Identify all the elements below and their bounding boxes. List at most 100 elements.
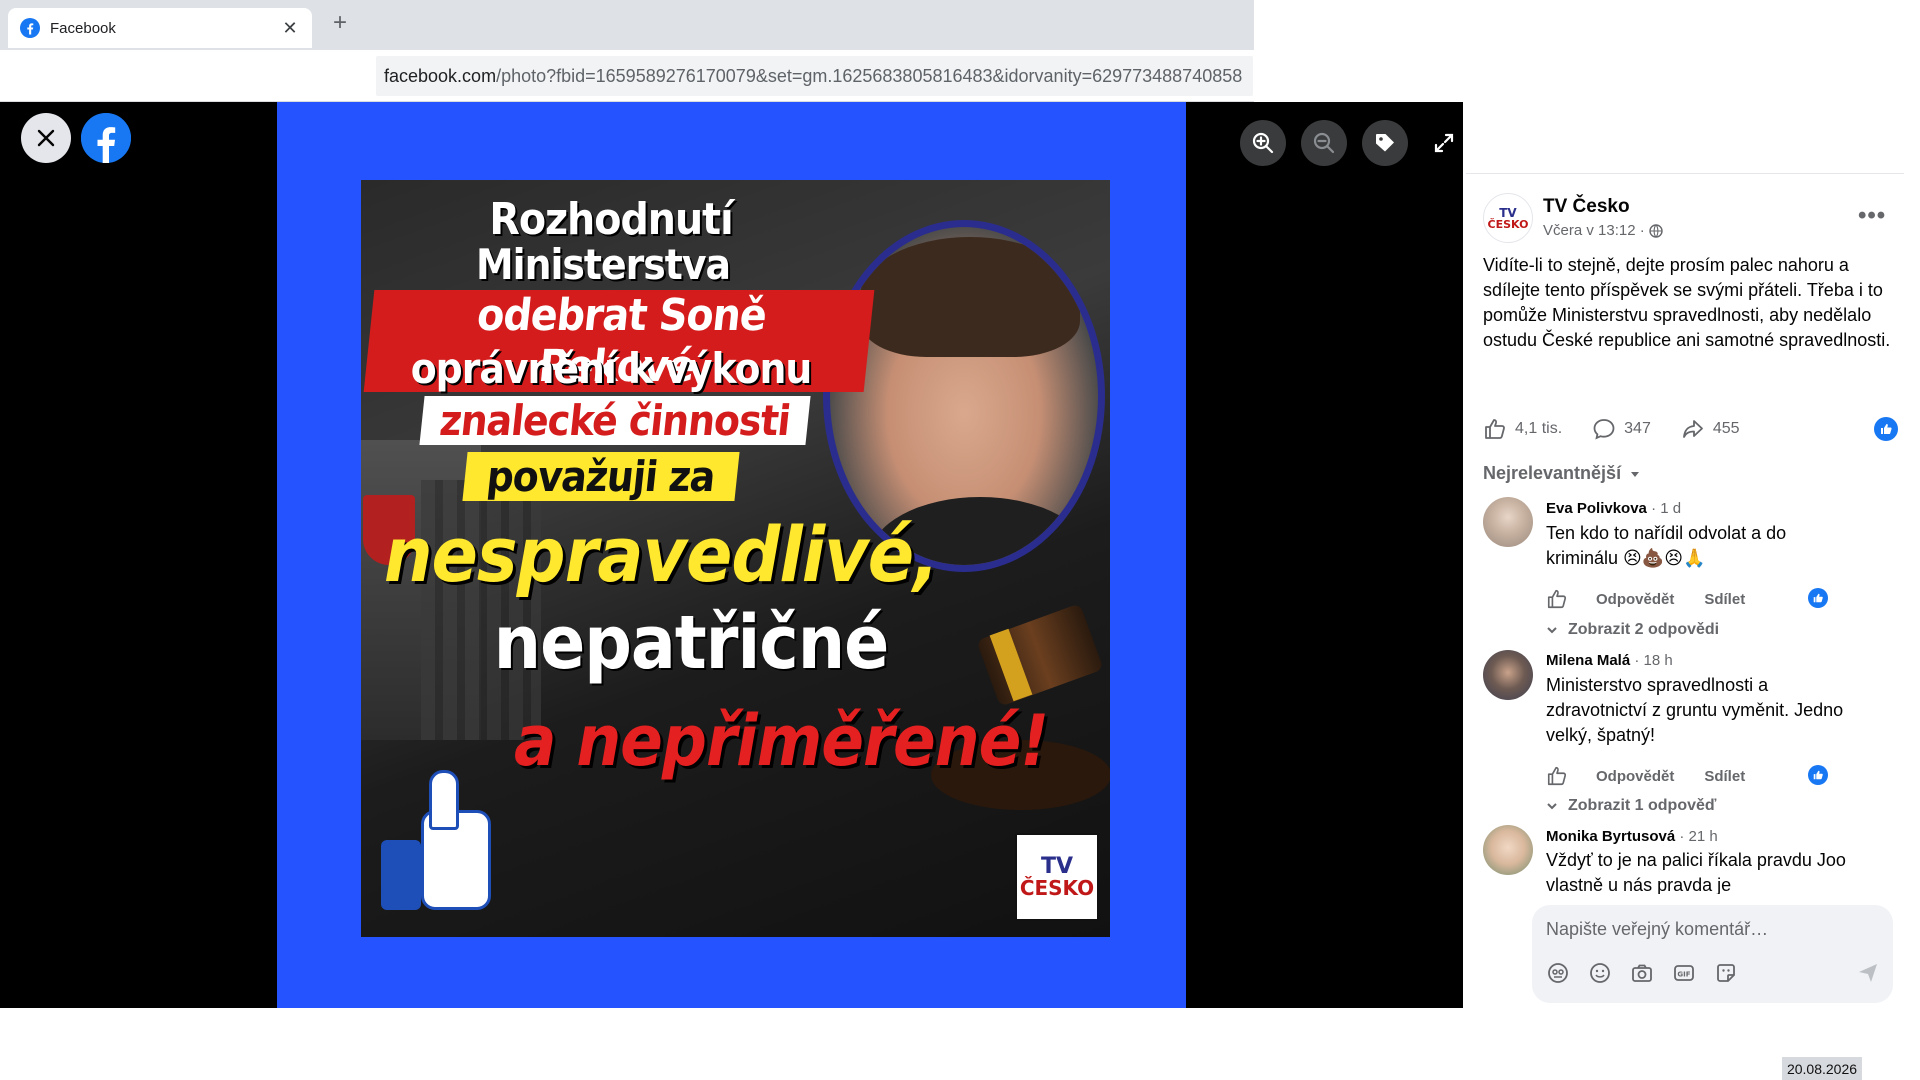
comment-author-name-1: Eva Polivkova: [1546, 500, 1647, 517]
page-name[interactable]: TV Česko: [1543, 196, 1630, 218]
like-button[interactable]: 4,1 tis.: [1483, 417, 1562, 441]
tag-photo-button[interactable]: [1362, 120, 1408, 166]
show-replies-1[interactable]: Zobrazit 2 odpovědi: [1546, 621, 1719, 639]
url-path: /photo?fbid=1659589276170079&set=gm.1625…: [496, 65, 1243, 86]
fullscreen-icon: [1434, 133, 1454, 153]
post-text: Vidíte-li to stejně, dejte prosím palec …: [1483, 255, 1891, 350]
page-avatar-cesko: ČESKO: [1487, 217, 1529, 231]
comment-author-2[interactable]: Milena Malá · 18 h: [1546, 652, 1673, 669]
tab-title: Facebook: [50, 19, 116, 37]
comment-like-icon[interactable]: [1546, 765, 1568, 787]
comment-like-bubble-icon[interactable]: [1808, 765, 1828, 785]
shares-count: 455: [1712, 420, 1740, 437]
poster-line-8: nepatřičné: [493, 600, 890, 686]
close-viewer-button[interactable]: [21, 113, 71, 163]
panel-divider: [1466, 173, 1904, 174]
sticker-icon[interactable]: [1714, 961, 1738, 985]
share-comment-button-1[interactable]: Sdílet: [1704, 591, 1745, 608]
show-replies-label-2: Zobrazit 1 odpověď: [1568, 797, 1717, 814]
taskbar-date: 20.08.2026: [1782, 1057, 1862, 1080]
comment-avatar-1[interactable]: [1483, 497, 1533, 547]
comment-composer: GIF: [1532, 905, 1893, 1003]
post-photo[interactable]: Rozhodnutí Ministerstva spravedlnosti od…: [361, 180, 1110, 937]
poster-line-6: považuji za: [462, 452, 740, 501]
address-bar-area: facebook.com/photo?fbid=1659589276170079…: [0, 50, 1254, 102]
portrait-hair: [860, 237, 1080, 357]
comment-like-bubble-icon[interactable]: [1808, 588, 1828, 608]
comment-icon: [1593, 419, 1615, 440]
browser-tab-facebook[interactable]: Facebook ✕: [8, 8, 312, 48]
show-replies-label-1: Zobrazit 2 odpovědi: [1568, 621, 1720, 638]
reply-button-2[interactable]: Odpovědět: [1596, 768, 1674, 785]
comment-sort-dropdown[interactable]: Nejrelevantnější: [1483, 463, 1641, 484]
fullscreen-button[interactable]: [1421, 120, 1467, 166]
facebook-logo[interactable]: [81, 113, 131, 163]
poster-line-6-wrap: považuji za: [381, 452, 821, 501]
comment-time-2: · 18 h: [1634, 652, 1673, 669]
post-timestamp[interactable]: Včera v 13:12 ·: [1543, 222, 1645, 239]
comment-author-name-2: Milena Malá: [1546, 652, 1631, 669]
share-comment-button-2[interactable]: Sdílet: [1704, 768, 1745, 785]
close-icon: [37, 129, 55, 147]
thumbs-up-graphic: [371, 770, 501, 910]
comment-text-1: Ten kdo to nařídil odvolat a do kriminál…: [1546, 523, 1787, 568]
more-options-icon[interactable]: •••: [1858, 202, 1886, 230]
composer-toolbar: GIF: [1546, 961, 1738, 985]
tab-close-icon[interactable]: ✕: [280, 18, 300, 39]
gavel-head: [976, 603, 1104, 707]
zoom-out-button[interactable]: [1301, 120, 1347, 166]
new-tab-button[interactable]: +: [328, 11, 352, 36]
send-icon[interactable]: [1856, 961, 1880, 985]
post-meta: Včera v 13:12 ·: [1543, 222, 1663, 239]
emoji-icon[interactable]: [1588, 961, 1612, 985]
browser-chrome-blank: [1254, 0, 1466, 102]
comment-button[interactable]: 347: [1592, 417, 1651, 441]
comments-count: 347: [1624, 420, 1651, 437]
facebook-favicon-icon: [20, 18, 40, 38]
poster-line-7: nespravedlivé,: [383, 510, 939, 599]
gif-icon[interactable]: GIF: [1672, 961, 1696, 985]
show-replies-2[interactable]: Zobrazit 1 odpověď: [1546, 797, 1716, 815]
share-icon: [1682, 420, 1703, 438]
photo-viewer: Rozhodnutí Ministerstva spravedlnosti od…: [0, 102, 1463, 1008]
sort-label: Nejrelevantnější: [1483, 463, 1622, 483]
browser-tab-bar: Facebook ✕ +: [0, 0, 1254, 50]
comment-time-1: · 1 d: [1651, 500, 1682, 517]
zoom-in-icon: [1252, 132, 1274, 154]
tag-icon: [1376, 134, 1394, 152]
like-reaction-bubble-icon[interactable]: [1874, 417, 1898, 441]
zoom-in-button[interactable]: [1240, 120, 1286, 166]
comment-time-3: · 21 h: [1679, 828, 1718, 845]
comment-like-icon[interactable]: [1546, 588, 1568, 610]
reaction-bar: 4,1 tis. 347 455: [1483, 414, 1903, 444]
poster-line-9: a nepřiměřené!: [513, 700, 1049, 782]
comment-author-3[interactable]: Monika Byrtusová · 21 h: [1546, 828, 1718, 845]
url-host: facebook.com: [384, 65, 497, 86]
address-bar[interactable]: facebook.com/photo?fbid=1659589276170079…: [376, 56, 1253, 96]
logo-cesko-text: ČESKO: [1019, 876, 1095, 901]
likes-count: 4,1 tis.: [1515, 420, 1563, 437]
share-button[interactable]: 455: [1681, 417, 1740, 441]
reply-button-1[interactable]: Odpovědět: [1596, 591, 1674, 608]
comment-author-1[interactable]: Eva Polivkova · 1 d: [1546, 500, 1681, 517]
camera-icon[interactable]: [1630, 961, 1654, 985]
thumb-finger: [429, 770, 459, 830]
poster-line-4: oprávnění k výkonu: [410, 344, 813, 393]
comment-avatar-3[interactable]: [1483, 825, 1533, 875]
poster-line-5: znalecké činnosti: [419, 396, 811, 445]
poster-line-1: Rozhodnutí: [489, 194, 733, 245]
avatar-sticker-icon[interactable]: [1546, 961, 1570, 985]
zoom-out-icon: [1313, 132, 1335, 154]
thumb-cuff: [381, 840, 421, 910]
comment-text-2: Ministerstvo spravedlnosti a zdravotnict…: [1546, 675, 1844, 745]
page-avatar-tv: TV: [1499, 205, 1517, 220]
globe-icon: [1649, 223, 1663, 238]
comment-text-3: Vždyť to je na palici říkala pravdu Joo …: [1546, 850, 1846, 894]
comment-avatar-2[interactable]: [1483, 650, 1533, 700]
svg-text:GIF: GIF: [1677, 971, 1690, 979]
facebook-logo-icon: [81, 113, 131, 163]
comment-input[interactable]: [1546, 913, 1876, 945]
caret-down-icon: [1631, 471, 1640, 477]
poster-line-5-wrap: znalecké činnosti: [385, 396, 845, 445]
page-avatar[interactable]: TV ČESKO: [1483, 193, 1533, 243]
